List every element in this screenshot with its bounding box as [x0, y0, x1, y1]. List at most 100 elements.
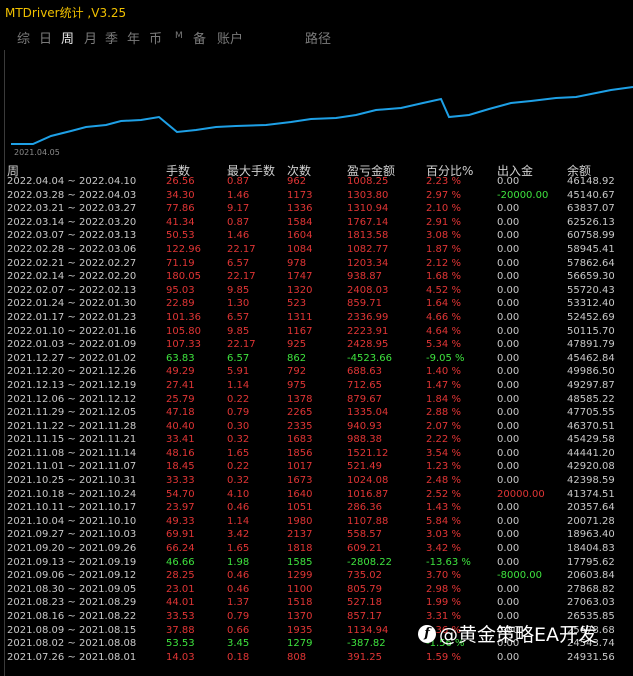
- table-row[interactable]: 2021.09.13 ~ 2021.09.19 46.66 1.98 1585 -280…: [0, 556, 633, 570]
- io-cell: 0.00: [497, 379, 520, 391]
- pnl-cell: 1203.34: [347, 257, 389, 269]
- table-row[interactable]: 2022.02.28 ~ 2022.03.06 122.96 22.17 1084 10…: [0, 243, 633, 257]
- pct-cell: 4.66 %: [426, 311, 461, 323]
- tab-account[interactable]: 账户: [217, 28, 243, 47]
- pnl-cell: 688.63: [347, 366, 382, 378]
- count-cell: 862: [287, 352, 307, 364]
- io-cell: 0.00: [497, 216, 520, 228]
- balance-cell: 56659.30: [567, 271, 615, 283]
- table-row[interactable]: 2021.09.27 ~ 2021.10.03 69.91 3.42 2137 558.…: [0, 528, 633, 542]
- table-row[interactable]: 2021.12.13 ~ 2021.12.19 27.41 1.14 975 712.6…: [0, 379, 633, 393]
- week-cell: 2022.03.07 ~ 2022.03.13: [7, 230, 137, 242]
- pnl-cell: 2408.03: [347, 284, 389, 296]
- tab-currency[interactable]: 币: [149, 28, 162, 47]
- balance-cell: 27868.82: [567, 583, 615, 595]
- io-cell: 0.00: [497, 366, 520, 378]
- io-cell: 0.00: [497, 447, 520, 459]
- trades-cell: 63.83: [166, 352, 195, 364]
- balance-cell: 57862.64: [567, 257, 615, 269]
- io-cell: 0.00: [497, 583, 520, 595]
- trades-cell: 105.80: [166, 325, 201, 337]
- week-cell: 2021.11.29 ~ 2021.12.05: [7, 407, 137, 419]
- tab-quarter[interactable]: 季: [105, 28, 118, 47]
- pct-cell: 3.03 %: [426, 529, 461, 541]
- max-lots-cell: 6.57: [227, 352, 250, 364]
- table-row[interactable]: 2021.10.18 ~ 2021.10.24 54.70 4.10 1640 1016…: [0, 488, 633, 502]
- table-row[interactable]: 2022.01.10 ~ 2022.01.16 105.80 9.85 1167 222…: [0, 325, 633, 339]
- max-lots-cell: 0.18: [227, 651, 250, 663]
- max-lots-cell: 1.65: [227, 543, 250, 555]
- table-row[interactable]: 2021.08.30 ~ 2021.09.05 23.01 0.46 1100 805.…: [0, 583, 633, 597]
- week-cell: 2021.09.20 ~ 2021.09.26: [7, 543, 137, 555]
- count-cell: 1299: [287, 570, 313, 582]
- tab-notes[interactable]: 备: [193, 28, 206, 47]
- tab-path[interactable]: 路径: [305, 28, 331, 47]
- pnl-cell: 1767.14: [347, 216, 389, 228]
- io-cell: 0.00: [497, 434, 520, 446]
- table-row[interactable]: 2021.12.27 ~ 2022.01.02 63.83 6.57 862 -4523…: [0, 352, 633, 366]
- tab-day[interactable]: 日: [39, 28, 52, 47]
- count-cell: 1683: [287, 434, 313, 446]
- table-row[interactable]: 2021.10.04 ~ 2021.10.10 49.33 1.14 1980 1107…: [0, 515, 633, 529]
- max-lots-cell: 9.17: [227, 203, 250, 215]
- io-cell: 0.00: [497, 284, 520, 296]
- table-row[interactable]: 2021.09.06 ~ 2021.09.12 28.25 0.46 1299 735.…: [0, 569, 633, 583]
- count-cell: 978: [287, 257, 307, 269]
- table-row[interactable]: 2022.03.07 ~ 2022.03.13 50.53 1.46 1604 1813…: [0, 229, 633, 243]
- table-row[interactable]: 2022.03.21 ~ 2022.03.27 77.86 9.17 1336 1310…: [0, 202, 633, 216]
- trades-cell: 23.01: [166, 583, 195, 595]
- pct-cell: 2.88 %: [426, 407, 461, 419]
- table-row[interactable]: 2022.01.03 ~ 2022.01.09 107.33 22.17 925 242…: [0, 338, 633, 352]
- equity-curve-svg: [11, 86, 633, 145]
- week-cell: 2021.10.11 ~ 2021.10.17: [7, 502, 137, 514]
- table-row[interactable]: 2021.11.15 ~ 2021.11.21 33.41 0.32 1683 988.…: [0, 433, 633, 447]
- pct-cell: 2.22 %: [426, 434, 461, 446]
- table-row[interactable]: 2022.01.24 ~ 2022.01.30 22.89 1.30 523 859.7…: [0, 297, 633, 311]
- table-row[interactable]: 2021.09.20 ~ 2021.09.26 66.24 1.65 1818 609.…: [0, 542, 633, 556]
- table-row[interactable]: 2021.10.25 ~ 2021.10.31 33.33 0.32 1673 1024…: [0, 474, 633, 488]
- tab-year[interactable]: 年: [127, 28, 140, 47]
- count-cell: 1279: [287, 638, 313, 650]
- trades-cell: 71.19: [166, 257, 195, 269]
- io-cell: -20000.00: [497, 189, 549, 201]
- table-row[interactable]: 2021.11.29 ~ 2021.12.05 47.18 0.79 2265 1335…: [0, 406, 633, 420]
- table-row[interactable]: 2021.10.11 ~ 2021.10.17 23.97 0.46 1051 286.…: [0, 501, 633, 515]
- table-row[interactable]: 2022.02.07 ~ 2022.02.13 95.03 9.85 1320 2408…: [0, 284, 633, 298]
- count-cell: 2265: [287, 407, 313, 419]
- tab-week[interactable]: 周: [61, 28, 74, 47]
- trades-cell: 28.25: [166, 570, 195, 582]
- balance-cell: 24931.56: [567, 651, 615, 663]
- table-row[interactable]: 2021.12.06 ~ 2021.12.12 25.79 0.22 1378 879.…: [0, 393, 633, 407]
- trades-cell: 66.24: [166, 543, 195, 555]
- count-cell: 2137: [287, 529, 313, 541]
- tab-summary[interactable]: 综: [17, 28, 30, 47]
- io-cell: 0.00: [497, 311, 520, 323]
- count-cell: 808: [287, 651, 307, 663]
- table-row[interactable]: 2022.04.04 ~ 2022.04.10 26.56 0.87 962 1008.…: [0, 175, 633, 189]
- tab-month[interactable]: 月: [84, 28, 97, 47]
- pnl-cell: 1303.80: [347, 189, 389, 201]
- io-cell: 0.00: [497, 271, 520, 283]
- pnl-cell: 1521.12: [347, 447, 389, 459]
- max-lots-cell: 3.45: [227, 638, 250, 650]
- trades-cell: 22.89: [166, 298, 195, 310]
- table-row[interactable]: 2022.02.21 ~ 2022.02.27 71.19 6.57 978 1203.…: [0, 257, 633, 271]
- table-row[interactable]: 2021.11.08 ~ 2021.11.14 48.16 1.65 1856 1521…: [0, 447, 633, 461]
- trades-cell: 40.40: [166, 420, 195, 432]
- table-row[interactable]: 2022.03.28 ~ 2022.04.03 34.30 1.46 1173 1303…: [0, 189, 633, 203]
- pct-cell: 3.70 %: [426, 570, 461, 582]
- table-row[interactable]: 2021.08.23 ~ 2021.08.29 44.01 1.37 1518 527.…: [0, 596, 633, 610]
- table-row[interactable]: 2021.07.26 ~ 2021.08.01 14.03 0.18 808 391.2…: [0, 651, 633, 665]
- balance-cell: 60758.99: [567, 230, 615, 242]
- table-row[interactable]: 2021.11.22 ~ 2021.11.28 40.40 0.30 2335 940.…: [0, 420, 633, 434]
- table-row[interactable]: 2022.02.14 ~ 2022.02.20 180.05 22.17 1747 93…: [0, 270, 633, 284]
- table-row[interactable]: 2022.01.17 ~ 2022.01.23 101.36 6.57 1311 233…: [0, 311, 633, 325]
- max-lots-cell: 0.46: [227, 570, 250, 582]
- max-lots-cell: 22.17: [227, 339, 256, 351]
- max-lots-cell: 0.79: [227, 407, 250, 419]
- table-row[interactable]: 2021.11.01 ~ 2021.11.07 18.45 0.22 1017 521.…: [0, 460, 633, 474]
- tab-m[interactable]: M: [175, 31, 183, 41]
- table-row[interactable]: 2021.12.20 ~ 2021.12.26 49.29 5.91 792 688.6…: [0, 365, 633, 379]
- table-row[interactable]: 2022.03.14 ~ 2022.03.20 41.34 0.87 1584 1767…: [0, 216, 633, 230]
- week-cell: 2021.11.08 ~ 2021.11.14: [7, 447, 137, 459]
